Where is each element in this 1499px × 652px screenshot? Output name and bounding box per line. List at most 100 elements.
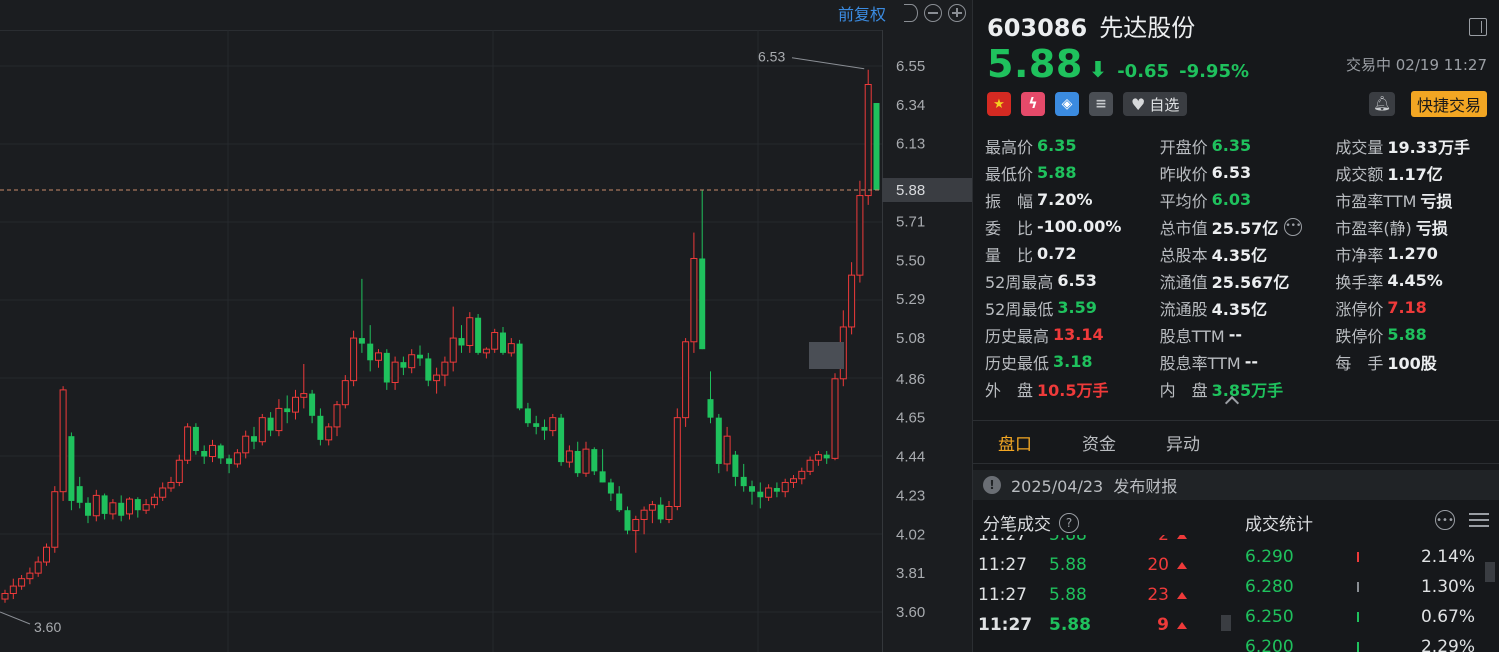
candle-body <box>673 417 681 508</box>
add-watchlist-button[interactable]: ♥ 自选 <box>1123 92 1188 116</box>
tab-orderbook[interactable]: 盘口 <box>973 421 1057 463</box>
tick-vol: 20 <box>1147 555 1169 575</box>
stat-label: 振 幅 <box>985 191 1034 211</box>
stock-code: 603086 <box>987 14 1088 42</box>
stat-value: 6.35 <box>1211 136 1252 155</box>
tab-anomaly[interactable]: 异动 <box>1141 421 1225 463</box>
stats-row: 量 比 0.72 总股本 4.35亿 市净率 1.270 <box>985 240 1495 267</box>
candle-body <box>740 476 747 487</box>
flash-icon[interactable]: ϟ <box>1021 92 1045 116</box>
candle-body <box>275 407 283 432</box>
stat-label: 最高价 <box>985 137 1034 157</box>
stat-value: 19.33万手 <box>1387 137 1470 157</box>
candle-body <box>118 502 125 516</box>
candle-body <box>524 408 531 424</box>
volume-stat-price: 6.250 <box>1245 607 1294 627</box>
y-tick-label: 6.13 <box>896 136 925 153</box>
tick-list[interactable]: 11:27 5.88 2 11:27 5.88 20 11:27 5.88 23 11:27 5.8… <box>973 535 1223 652</box>
candle-body <box>101 495 108 514</box>
stat-value: 25.567亿 <box>1211 272 1290 292</box>
tick-scrollbar[interactable] <box>1221 615 1231 631</box>
notice-text: 2025/04/23 发布财报 <box>1011 477 1178 496</box>
stat-label: 市盈率(静) <box>1335 218 1412 238</box>
candle-body <box>184 426 192 461</box>
y-tick-label: 3.60 <box>896 604 925 621</box>
candle-body <box>150 496 158 506</box>
adjust-mode-link[interactable]: 前复权 <box>838 1 886 25</box>
candle-body <box>449 337 457 363</box>
candle-body <box>76 486 83 503</box>
volume-stats-list[interactable]: 6.290 2.14% 6.280 1.30% 6.250 0.67% 6.200 2.29% <box>1235 543 1499 652</box>
stats-row: 历史最高 13.14 股息TTM -- 跌停价 5.88 <box>985 321 1495 348</box>
candle-body <box>142 504 150 511</box>
stat-item: 涨停价 7.18 <box>1335 296 1495 320</box>
tag-icon[interactable]: ◈ <box>1055 92 1079 116</box>
candle-body <box>341 380 349 406</box>
candle-body <box>126 498 133 515</box>
candle-body <box>715 417 722 464</box>
undo-icon[interactable] <box>904 4 918 22</box>
watch-label: 自选 <box>1149 95 1180 114</box>
note-icon[interactable]: ≡ <box>1089 92 1113 116</box>
volume-stat-bar <box>1357 612 1359 622</box>
collapse-panel-icon[interactable] <box>1469 18 1487 36</box>
volume-stat-bar <box>1357 582 1359 592</box>
candle-body <box>466 317 474 346</box>
help-icon[interactable]: ? <box>1059 512 1079 533</box>
candle-body <box>9 585 17 594</box>
kline-chart[interactable]: 6.55 6.34 6.13 5.88 5.71 5.50 5.29 5.08 4.86 4.65… <box>0 0 972 652</box>
stat-value: 7.18 <box>1387 298 1427 317</box>
stat-value: 3.85万手 <box>1211 380 1284 400</box>
candle-body <box>632 518 640 532</box>
candle-body <box>699 258 706 350</box>
tab-funds[interactable]: 资金 <box>1057 421 1141 463</box>
candle-body <box>690 257 698 343</box>
stat-label: 开盘价 <box>1159 137 1208 157</box>
tick-time: 11:27 <box>978 615 1033 635</box>
candle-body <box>682 341 690 419</box>
stat-value: 4.35亿 <box>1211 299 1268 319</box>
candle-body <box>491 332 499 350</box>
candle-body <box>325 426 333 441</box>
stat-value: 10.5万手 <box>1037 380 1109 400</box>
tick-time: 11:27 <box>978 535 1027 545</box>
chart-toolbar: 前复权 <box>838 2 966 24</box>
quick-trade-button[interactable]: 快捷交易 <box>1410 91 1487 117</box>
detail-tabs: 盘口 资金 异动 <box>973 421 1225 463</box>
stat-label: 流通值 <box>1159 272 1208 292</box>
candle-body <box>790 478 797 483</box>
volume-stat-price: 6.280 <box>1245 577 1294 597</box>
current-price-label: 5.88 <box>896 182 925 199</box>
stat-value: 5.88 <box>1387 325 1427 344</box>
stats-row: 委 比 -100.00% 总市值 25.57亿 ••• 市盈率(静) 亏损 <box>985 213 1495 240</box>
alert-bell-icon[interactable]: 🔔︎ <box>1369 92 1395 116</box>
candle-body <box>482 348 490 354</box>
stat-item: 成交量 19.33万手 <box>1335 134 1495 158</box>
zoom-out-icon[interactable] <box>924 4 942 22</box>
volume-stats-scrollbar[interactable] <box>1485 562 1495 582</box>
candle-body <box>607 482 614 494</box>
kline-chart-panel[interactable]: 6.55 6.34 6.13 5.88 5.71 5.50 5.29 5.08 4.86 4.65… <box>0 0 972 652</box>
candle-body <box>773 487 780 492</box>
candle-body <box>367 343 374 361</box>
candle-body <box>333 404 341 428</box>
tick-row: 11:27 5.88 9 <box>973 611 1223 641</box>
candle-body <box>192 426 199 451</box>
candle-body <box>648 504 656 511</box>
tick-row: 11:27 5.88 23 <box>973 581 1223 611</box>
stat-item: 股息率TTM -- <box>1160 350 1336 374</box>
quote-panel: 603086 先达股份 5.88 ⬇ -0.65 -9.95% 交易中 02/1… <box>972 0 1499 652</box>
stat-item: 跌停价 5.88 <box>1335 323 1495 347</box>
zoom-in-icon[interactable] <box>948 4 966 22</box>
more-icon[interactable]: ••• <box>1435 510 1455 530</box>
stat-value: -- <box>1228 325 1243 344</box>
y-tick-label: 4.65 <box>896 410 925 427</box>
earnings-notice[interactable]: ! 2025/04/23 发布财报 <box>973 470 1499 500</box>
more-icon[interactable]: ••• <box>1284 217 1303 236</box>
candle-body <box>175 459 183 483</box>
stat-label: 换手率 <box>1335 272 1384 292</box>
candle-body <box>533 423 540 427</box>
list-icon[interactable] <box>1469 512 1489 528</box>
candle-body <box>383 352 390 383</box>
low-marker-label: 3.60 <box>34 619 61 635</box>
